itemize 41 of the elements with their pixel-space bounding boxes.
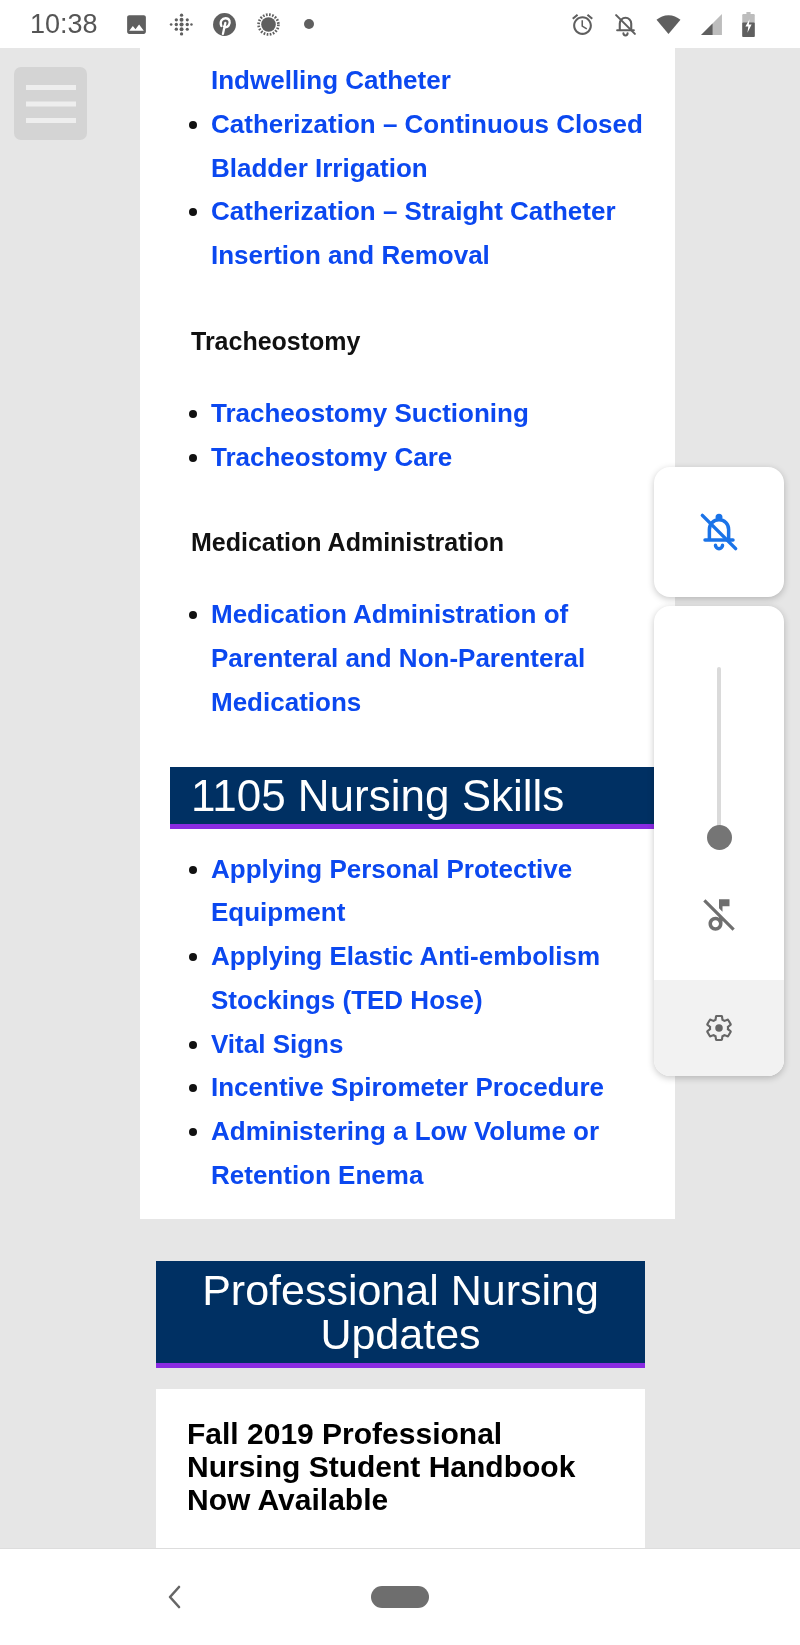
bell-off-icon [613,11,638,37]
bullet-icon [189,453,197,462]
news-title[interactable]: Fall 2019 Professional Nursing Student Handbook Now Available [187,1416,607,1516]
article-link[interactable]: Applying Elastic Anti-embolism Stockings (TED Hose) [211,935,651,1023]
bullet-icon [189,1084,197,1093]
bullet-icon [189,611,197,620]
menu-icon [25,84,76,123]
bullet-icon [189,953,197,961]
bullet-icon [189,409,197,418]
article-link[interactable]: Tracheostomy Suctioning [211,391,529,436]
article-link[interactable]: Catherization – Continuous Closed Bladder Irrigation [211,102,651,191]
circle-logo-icon [211,11,237,37]
article-link[interactable]: Vital Signs [211,1022,344,1067]
dots-grid-icon [167,11,193,37]
article-link[interactable]: Tracheostomy Care [211,435,453,480]
battery-charging-icon [742,11,755,37]
bullet-icon [189,865,197,874]
bullet-icon [189,1040,197,1049]
home-button[interactable] [371,1586,429,1608]
article-link[interactable]: Indwelling Catheter [211,59,451,103]
dotted-ring-icon [255,11,281,37]
section-heading: Medication Administration [191,527,504,559]
updates-banner: Professional Nursing Updates [156,1260,645,1368]
article-link[interactable]: Applying Personal Protective Equipment [211,847,651,935]
bullet-icon [189,120,197,129]
bullet-icon [189,208,197,217]
back-icon [167,1585,181,1609]
article-link[interactable]: Catherization – Straight Catheter Insertion and Removal [211,190,651,278]
article-link[interactable]: Medication Administration of Parenteral and Non-Parenteral Medications [211,593,651,725]
section-heading: Tracheostomy [191,325,361,357]
ringer-button[interactable] [654,467,784,597]
alarm-icon [570,11,595,37]
article-link[interactable]: Incentive Spirometer Procedure [211,1066,605,1110]
bullet-icon [189,1128,197,1136]
section-banner: 1105 Nursing Skills [170,766,654,829]
status-time: 10:38 [30,8,98,40]
slider-thumb[interactable] [706,825,732,850]
signal-icon [699,11,724,37]
settings-icon [704,1013,734,1043]
article-link[interactable]: Administering a Low Volume or Retention Enema [211,1110,651,1198]
dot-icon [303,19,314,29]
